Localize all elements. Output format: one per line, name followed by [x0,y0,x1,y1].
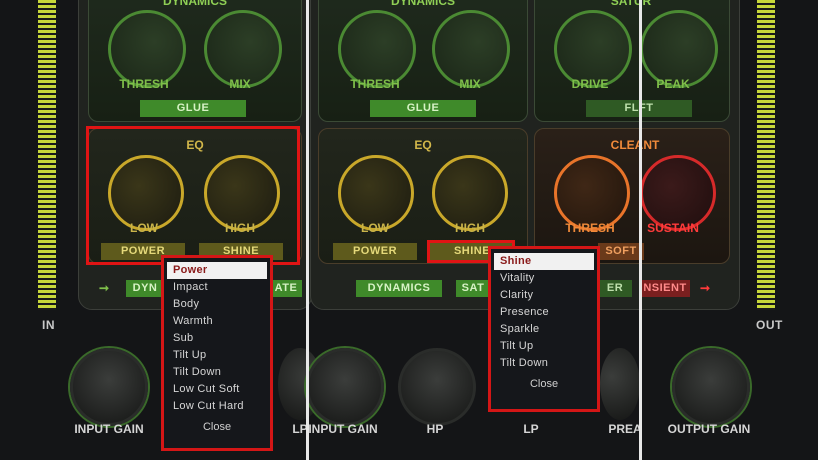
menu-item[interactable]: Warmth [167,313,267,330]
right-chip-sat[interactable]: SAT [456,280,490,297]
right-dynamics-title: DYNAMICS [390,0,455,8]
left-chain-arrow-icon: ➞ [99,281,110,295]
menu-item[interactable]: Tilt Down [167,364,267,381]
right-mix-label: MIX [459,77,481,91]
input-gain-2-label: INPUT GAIN [308,422,378,436]
menu-item[interactable]: Clarity [494,287,594,304]
cleant-thresh-label: THRESH [565,221,615,235]
left-eq-title: EQ [186,138,204,152]
right-low-label: LOW [361,221,389,235]
split-divider [306,0,309,460]
right-eq-dropdown-menu: Shine Vitality Clarity Presence Sparkle … [488,246,600,412]
right-low-knob[interactable] [338,155,414,231]
sustain-label: SUSTAIN [647,221,699,235]
satur-title: SATUR [610,0,652,8]
menu-item[interactable]: Tilt Up [167,347,267,364]
cleant-title: CLEANT [610,138,660,152]
menu-item[interactable]: Low Cut Hard [167,398,267,415]
left-chip-gate[interactable]: ATE [270,280,302,297]
peak-label: PEAK [656,77,690,91]
cleant-thresh-knob[interactable] [554,155,630,231]
menu-close-button[interactable]: Close [494,378,594,390]
input-level-meter [38,0,56,310]
input-gain-knob[interactable] [70,348,148,426]
right-high-knob[interactable] [432,155,508,231]
left-chip-dynamics[interactable]: DYN [126,280,164,297]
drive-label: DRIVE [571,77,609,91]
lp-label: LP [523,422,539,436]
left-high-knob[interactable] [204,155,280,231]
pre-knob[interactable] [600,348,640,420]
menu-item[interactable]: Tilt Up [494,338,594,355]
left-low-knob[interactable] [108,155,184,231]
right-chip-er[interactable]: ER [598,280,632,297]
menu-item[interactable]: Presence [494,304,594,321]
left-glue-button[interactable]: GLUE [140,100,246,117]
right-chip-transient[interactable]: NSIENT [640,280,690,297]
output-gain-label: OUTPUT GAIN [667,422,751,436]
left-dynamics-title: DYNAMICS [162,0,227,8]
pre-label: PREA [608,422,642,436]
output-level-meter [757,0,775,310]
hp-label: HP [426,422,444,436]
sustain-knob[interactable] [640,155,716,231]
right-thresh-label: THRESH [350,77,400,91]
menu-item[interactable]: Tilt Down [494,355,594,372]
out-label: OUT [756,318,783,332]
menu-item[interactable]: Sparkle [494,321,594,338]
left-low-label: LOW [130,221,158,235]
menu-item[interactable]: Sub [167,330,267,347]
right-glue-button[interactable]: GLUE [370,100,476,117]
right-high-label: HIGH [455,221,485,235]
menu-close-button[interactable]: Close [167,421,267,433]
hp-knob[interactable] [398,348,476,426]
menu-item[interactable]: Impact [167,279,267,296]
menu-item[interactable]: Power [167,262,267,279]
right-eq-title: EQ [414,138,432,152]
output-gain-knob[interactable] [672,348,750,426]
input-gain-label: INPUT GAIN [74,422,144,436]
right-chain-arrow-icon: ➞ [700,281,711,295]
left-thresh-label: THRESH [119,77,169,91]
in-label: IN [42,318,55,332]
menu-item[interactable]: Low Cut Soft [167,381,267,398]
soft-button[interactable]: SOFT [598,243,644,260]
split-divider [639,0,642,460]
left-high-label: HIGH [225,221,255,235]
right-power-button[interactable]: POWER [333,243,417,260]
left-eq-dropdown-menu: Power Impact Body Warmth Sub Tilt Up Til… [161,255,273,451]
left-mix-label: MIX [229,77,251,91]
right-chip-dynamics[interactable]: DYNAMICS [356,280,442,297]
menu-item[interactable]: Shine [494,253,594,270]
menu-item[interactable]: Vitality [494,270,594,287]
menu-item[interactable]: Body [167,296,267,313]
input-gain-2-knob[interactable] [306,348,384,426]
